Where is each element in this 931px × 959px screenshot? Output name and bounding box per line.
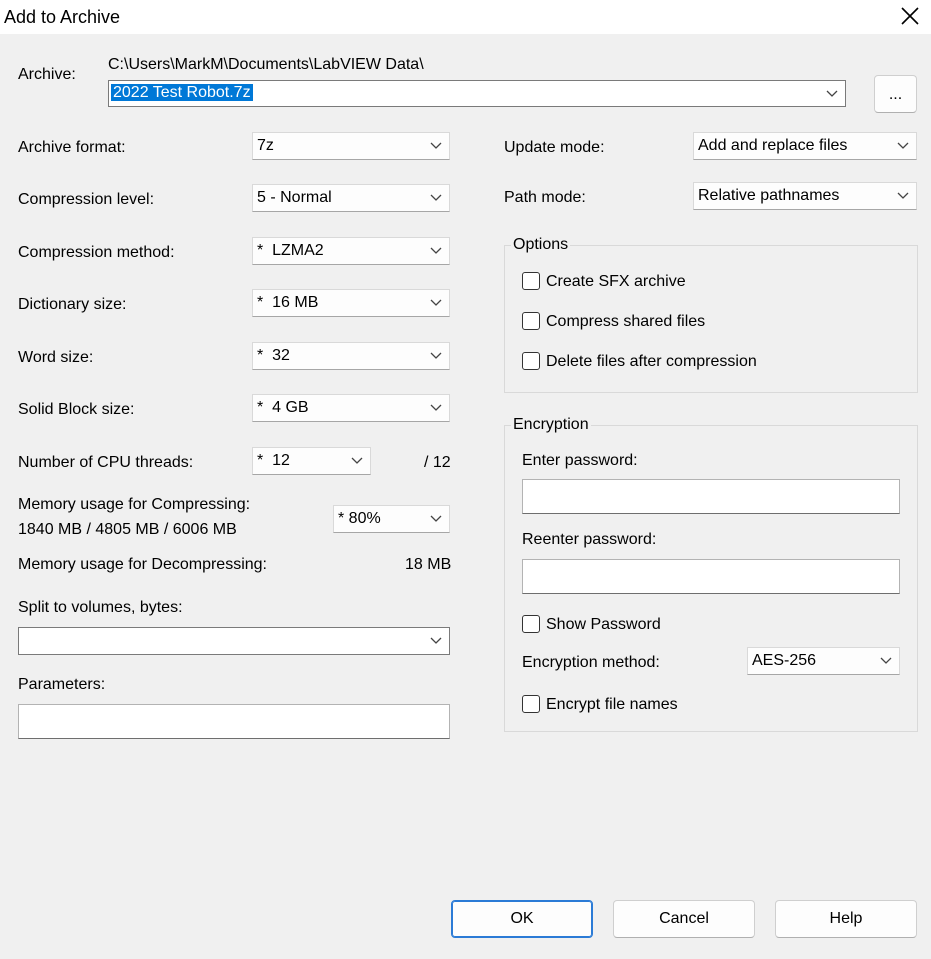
update-mode-label: Update mode:: [504, 139, 605, 156]
path-mode-value: Relative pathnames: [698, 187, 840, 204]
chevron-down-icon[interactable]: [826, 90, 838, 98]
chevron-down-icon[interactable]: [351, 457, 363, 465]
encryption-method-value: AES-256: [752, 652, 817, 669]
chevron-down-icon[interactable]: [430, 515, 442, 523]
delete-after-label[interactable]: Delete files after compression: [546, 353, 757, 371]
enter-password-label: Enter password:: [522, 452, 638, 469]
cancel-button[interactable]: Cancel: [613, 900, 755, 938]
compression-method-label: Compression method:: [18, 244, 175, 261]
memory-compress-values: 1840 MB / 4805 MB / 6006 MB: [18, 521, 237, 538]
archive-format-select[interactable]: 7z: [252, 132, 450, 160]
chevron-down-icon[interactable]: [430, 637, 442, 645]
delete-after-checkbox[interactable]: [522, 352, 540, 370]
solid-block-size-select[interactable]: * 4 GB: [252, 394, 450, 422]
compression-method-value: * LZMA2: [257, 242, 324, 259]
cpu-threads-max: / 12: [424, 454, 451, 471]
archive-name-text[interactable]: 2022 Test Robot.7z: [111, 84, 253, 101]
chevron-down-icon[interactable]: [880, 657, 892, 665]
compress-shared-label[interactable]: Compress shared files: [546, 313, 705, 331]
update-mode-select[interactable]: Add and replace files: [693, 132, 917, 160]
dictionary-size-value: * 16 MB: [257, 294, 319, 311]
close-icon[interactable]: [899, 5, 921, 27]
browse-button-label: ...: [888, 86, 903, 103]
encryption-method-label: Encryption method:: [522, 654, 660, 671]
word-size-label: Word size:: [18, 349, 94, 366]
enter-password-input[interactable]: [522, 479, 900, 514]
memory-usage-select[interactable]: * 80%: [333, 505, 450, 533]
memory-decompress-value: 18 MB: [405, 556, 452, 573]
compression-level-label: Compression level:: [18, 191, 155, 208]
dictionary-size-label: Dictionary size:: [18, 296, 127, 313]
path-mode-label: Path mode:: [504, 189, 586, 206]
compression-level-select[interactable]: 5 - Normal: [252, 184, 450, 212]
chevron-down-icon[interactable]: [897, 192, 909, 200]
memory-usage-value: * 80%: [338, 510, 381, 527]
archive-path: C:\Users\MarkM\Documents\LabVIEW Data\: [108, 56, 424, 73]
archive-name-combo[interactable]: 2022 Test Robot.7z: [108, 80, 846, 107]
parameters-label: Parameters:: [18, 676, 106, 693]
solid-block-size-value: * 4 GB: [257, 399, 309, 416]
encryption-group-title: Encryption: [511, 416, 591, 434]
options-group-title: Options: [511, 236, 571, 254]
chevron-down-icon[interactable]: [430, 247, 442, 255]
ok-button-label: OK: [510, 910, 534, 927]
create-sfx-label[interactable]: Create SFX archive: [546, 273, 686, 291]
compression-level-value: 5 - Normal: [257, 189, 332, 206]
word-size-select[interactable]: * 32: [252, 342, 450, 370]
compression-method-select[interactable]: * LZMA2: [252, 237, 450, 265]
parameters-input[interactable]: [18, 704, 450, 739]
encryption-method-select[interactable]: AES-256: [747, 647, 900, 675]
chevron-down-icon[interactable]: [897, 142, 909, 150]
path-mode-select[interactable]: Relative pathnames: [693, 182, 917, 210]
memory-decompress-label: Memory usage for Decompressing:: [18, 556, 267, 573]
word-size-value: * 32: [257, 347, 290, 364]
dictionary-size-select[interactable]: * 16 MB: [252, 289, 450, 317]
help-button[interactable]: Help: [775, 900, 917, 938]
chevron-down-icon[interactable]: [430, 352, 442, 360]
help-button-label: Help: [829, 910, 863, 927]
cpu-threads-select[interactable]: * 12: [252, 447, 371, 475]
archive-label: Archive:: [18, 66, 76, 83]
solid-block-size-label: Solid Block size:: [18, 401, 135, 418]
show-password-label[interactable]: Show Password: [546, 616, 661, 634]
chevron-down-icon[interactable]: [430, 194, 442, 202]
title-bar: Add to Archive: [0, 0, 931, 34]
compress-shared-checkbox[interactable]: [522, 312, 540, 330]
archive-format-label: Archive format:: [18, 139, 126, 156]
ok-button[interactable]: OK: [451, 900, 593, 938]
chevron-down-icon[interactable]: [430, 142, 442, 150]
reenter-password-label: Reenter password:: [522, 531, 657, 548]
cpu-threads-value: * 12: [257, 452, 290, 469]
chevron-down-icon[interactable]: [430, 299, 442, 307]
split-volumes-combo[interactable]: [18, 627, 450, 655]
chevron-down-icon[interactable]: [430, 404, 442, 412]
show-password-checkbox[interactable]: [522, 615, 540, 633]
reenter-password-input[interactable]: [522, 559, 900, 594]
add-to-archive-dialog: Add to Archive Archive: C:\Users\MarkM\D…: [0, 0, 931, 959]
cancel-button-label: Cancel: [659, 910, 709, 927]
cpu-threads-label: Number of CPU threads:: [18, 454, 194, 471]
create-sfx-checkbox[interactable]: [522, 272, 540, 290]
browse-button[interactable]: ...: [874, 75, 917, 113]
memory-compress-label: Memory usage for Compressing:: [18, 496, 251, 513]
archive-format-value: 7z: [257, 137, 274, 154]
encrypt-names-label[interactable]: Encrypt file names: [546, 696, 678, 714]
window-title: Add to Archive: [4, 7, 121, 27]
split-volumes-label: Split to volumes, bytes:: [18, 599, 183, 616]
encrypt-names-checkbox[interactable]: [522, 695, 540, 713]
update-mode-value: Add and replace files: [698, 137, 848, 154]
